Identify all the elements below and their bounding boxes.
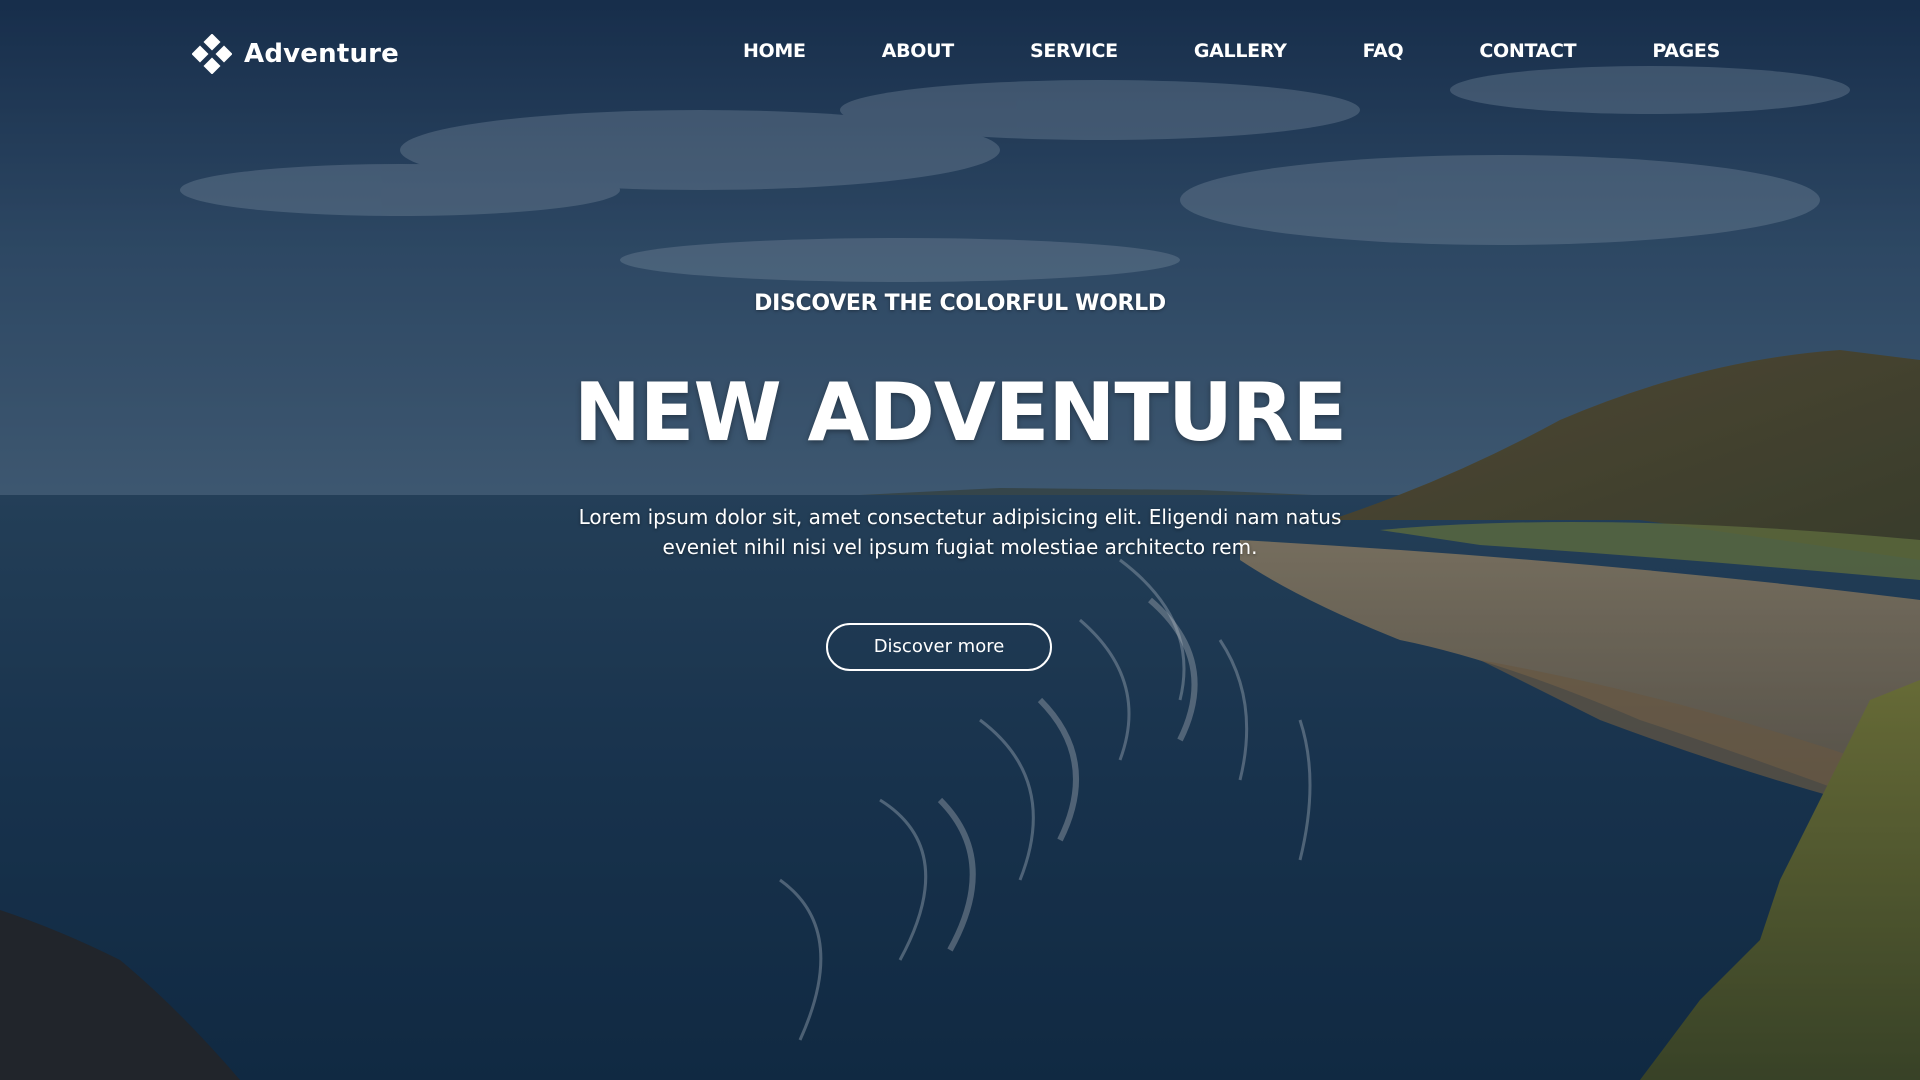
main-menu: HOME ABOUT SERVICE GALLERY FAQ CONTACT P… [743,40,1720,62]
nav-item-pages[interactable]: PAGES [1652,40,1720,62]
hero-section: Adventure HOME ABOUT SERVICE GALLERY FAQ… [0,0,1920,1080]
discover-more-button[interactable]: Discover more [826,623,1052,671]
nav-item-faq[interactable]: FAQ [1363,40,1404,62]
diamond-cluster-icon [192,34,232,74]
nav-item-about[interactable]: ABOUT [882,40,955,62]
hero-title: NEW ADVENTURE [573,366,1347,459]
nav-item-home[interactable]: HOME [743,40,806,62]
hero-eyebrow: DISCOVER THE COLORFUL WORLD [754,291,1166,316]
top-navigation: Adventure HOME ABOUT SERVICE GALLERY FAQ… [0,0,1920,108]
brand-name: Adventure [244,39,400,69]
nav-item-service[interactable]: SERVICE [1030,40,1118,62]
hero-description: Lorem ipsum dolor sit, amet consectetur … [578,505,1342,559]
nav-item-gallery[interactable]: GALLERY [1194,40,1287,62]
nav-item-contact[interactable]: CONTACT [1479,40,1576,62]
brand-logo[interactable]: Adventure [192,34,399,74]
